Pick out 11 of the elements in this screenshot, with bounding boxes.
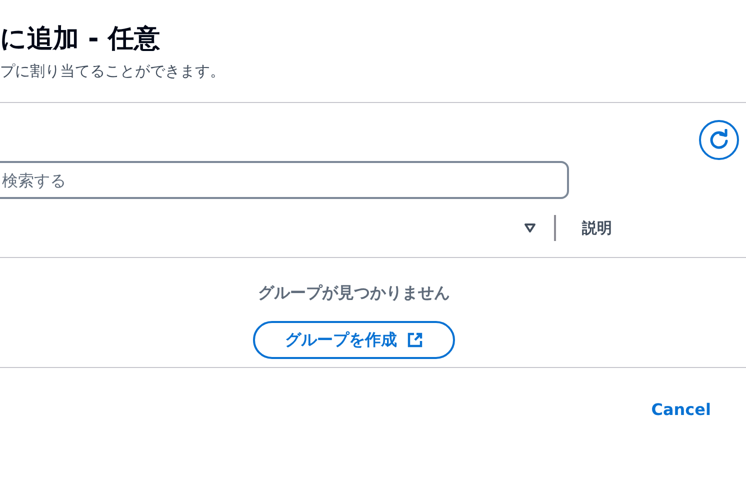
empty-message: グループが見つかりません [258,283,450,304]
refresh-button[interactable] [699,120,739,160]
create-group-button[interactable]: グループを作成 [253,321,455,359]
cancel-button[interactable]: Cancel [651,400,711,419]
refresh-icon [708,129,730,151]
external-link-icon [407,332,423,348]
search-field[interactable]: 検索する [0,161,569,199]
sort-icon[interactable] [524,223,536,233]
dialog-description: プに割り当てることができます。 [0,61,226,82]
dialog-title: に追加 - 任意 [0,23,161,56]
column-header: 説明 [582,218,612,236]
